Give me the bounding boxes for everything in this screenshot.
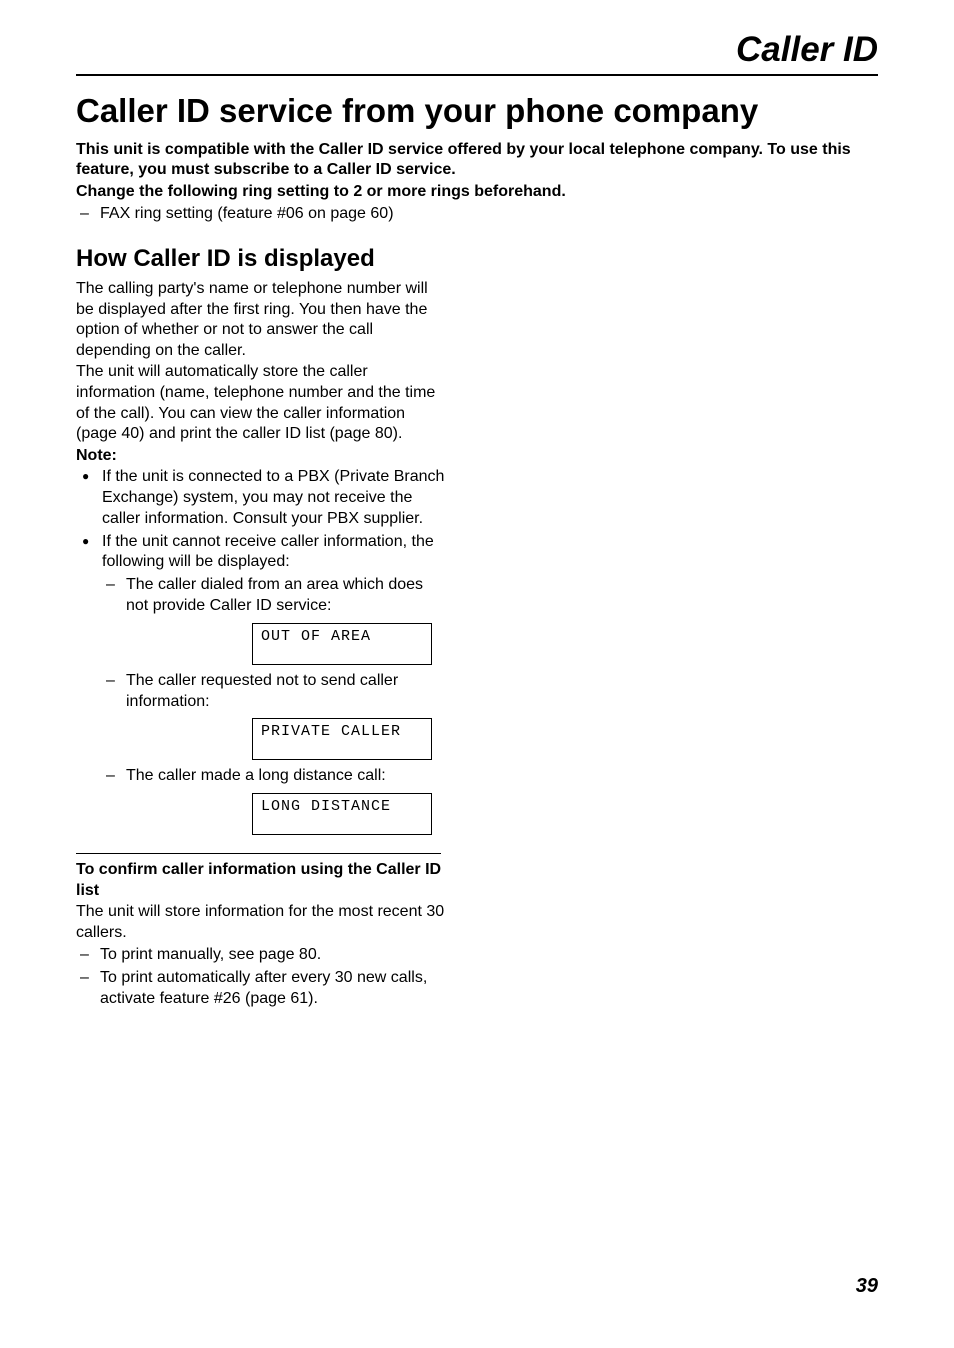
lcd-display-long-distance: LONG DISTANCE: [252, 793, 432, 835]
case-3: The caller made a long distance call:: [76, 766, 446, 787]
case-1: The caller dialed from an area which doe…: [76, 575, 446, 617]
main-title: Caller ID service from your phone compan…: [76, 92, 878, 130]
paragraph-1: The calling party's name or telephone nu…: [76, 279, 446, 362]
confirm-body: The unit will store information for the …: [76, 902, 446, 944]
confirm-heading: To confirm caller information using the …: [76, 860, 446, 902]
confirm-item-1: To print manually, see page 80.: [76, 945, 446, 966]
section-divider: [76, 853, 441, 854]
lcd-display-out-of-area: OUT OF AREA: [252, 623, 432, 665]
intro-bold-1: This unit is compatible with the Caller …: [76, 140, 878, 180]
page-number: 39: [856, 1275, 878, 1298]
note-label: Note:: [76, 447, 446, 465]
page-header: Caller ID: [76, 30, 878, 76]
case-2: The caller requested not to send caller …: [76, 671, 446, 713]
note-bullet-2: If the unit cannot receive caller inform…: [76, 532, 446, 574]
confirm-item-2: To print automatically after every 30 ne…: [76, 968, 446, 1010]
intro-bold-2: Change the following ring setting to 2 o…: [76, 182, 878, 202]
lcd-display-private-caller: PRIVATE CALLER: [252, 718, 432, 760]
note-bullet-1: If the unit is connected to a PBX (Priva…: [76, 467, 446, 529]
paragraph-2: The unit will automatically store the ca…: [76, 362, 446, 445]
section-heading: How Caller ID is displayed: [76, 245, 446, 273]
intro-dash-item: FAX ring setting (feature #06 on page 60…: [76, 204, 878, 225]
